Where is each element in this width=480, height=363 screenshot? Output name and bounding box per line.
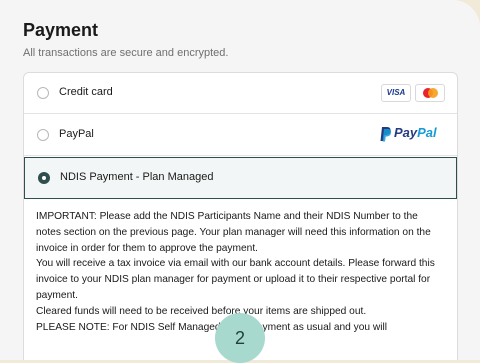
visa-icon: VISA xyxy=(381,84,411,102)
paypal-wordmark-pal: Pal xyxy=(417,125,437,140)
page-subtitle: All transactions are secure and encrypte… xyxy=(23,47,229,59)
mastercard-icon xyxy=(415,84,445,102)
payment-option-paypal[interactable]: PayPal PayPal xyxy=(24,115,457,156)
payment-section: Payment All transactions are secure and … xyxy=(0,0,480,360)
paypal-logo: PayPal xyxy=(380,125,437,145)
payment-option-credit-card[interactable]: Credit card VISA xyxy=(24,73,457,114)
paypal-label: PayPal xyxy=(59,128,94,140)
mastercard-yellow-circle xyxy=(428,88,438,98)
ndis-info-invoice: You will receive a tax invoice via email… xyxy=(36,258,435,301)
step-number-badge: 2 xyxy=(215,313,265,363)
paypal-radio[interactable] xyxy=(37,129,49,141)
checkout-card: Payment All transactions are secure and … xyxy=(0,0,480,360)
credit-card-radio[interactable] xyxy=(37,87,49,99)
page-title: Payment xyxy=(23,20,99,40)
ndis-label: NDIS Payment - Plan Managed xyxy=(60,171,214,183)
ndis-info-important: IMPORTANT: Please add the NDIS Participa… xyxy=(36,211,431,254)
payment-option-ndis[interactable]: NDIS Payment - Plan Managed xyxy=(24,157,457,199)
ndis-radio-selected[interactable] xyxy=(38,172,50,184)
paypal-p-icon xyxy=(380,126,392,142)
paypal-wordmark-pay: Pay xyxy=(394,125,418,140)
credit-card-label: Credit card xyxy=(59,86,113,98)
